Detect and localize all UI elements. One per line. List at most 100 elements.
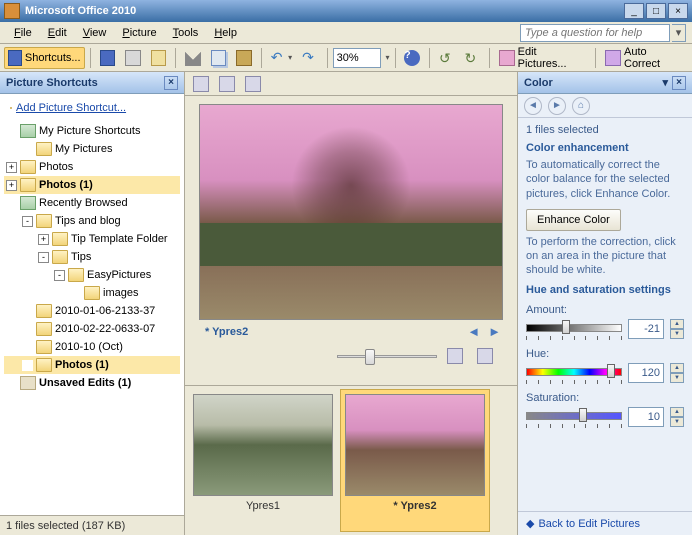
hue-slider[interactable] [526, 362, 622, 384]
tree-item[interactable]: 2010-02-22-0633-07 [4, 320, 180, 338]
prev-image-button[interactable]: ◄ [467, 324, 480, 339]
tree-item[interactable]: 2010-10 (Oct) [4, 338, 180, 356]
add-shortcut-link[interactable]: Add Picture Shortcut... [4, 98, 180, 118]
tree-toggle[interactable]: + [6, 180, 17, 191]
back-to-edit-link[interactable]: ◆ Back to Edit Pictures [526, 517, 640, 530]
auto-correct-label: Auto Correct [624, 46, 684, 70]
thumbnail[interactable]: * Ypres2 [340, 389, 490, 532]
thumbnails-icon [193, 76, 209, 92]
zoom-actual-button[interactable] [473, 345, 497, 367]
thumbnail[interactable]: Ypres1 [193, 394, 333, 527]
tree-item[interactable]: My Picture Shortcuts [4, 122, 180, 140]
color-pane: Color ▾ × ◄ ► ⌂ 1 files selected Color e… [517, 72, 692, 535]
tree-toggle[interactable]: - [54, 270, 65, 281]
save-icon [100, 50, 116, 66]
paste-button[interactable] [232, 47, 256, 69]
saturation-value[interactable]: 10 [628, 407, 664, 427]
zoom-fit-button[interactable] [443, 345, 467, 367]
copy-button[interactable] [207, 47, 231, 69]
help-search-dropdown[interactable]: ▾ [672, 24, 686, 42]
cut-button[interactable] [181, 47, 205, 69]
tree-item[interactable]: Photos (1) [4, 356, 180, 374]
thumbnail-label: Ypres1 [246, 496, 280, 512]
menu-bar: FileEditViewPictureToolsHelp ▾ [0, 22, 692, 44]
print-button[interactable] [121, 47, 145, 69]
tree-item[interactable]: Recently Browsed [4, 194, 180, 212]
nav-back-button[interactable]: ◄ [524, 97, 542, 115]
folder-icon [36, 322, 52, 336]
tree-toggle[interactable]: + [6, 162, 17, 173]
folder-tree: My Picture Shortcuts My Pictures + Photos + P… [4, 122, 180, 392]
tree-toggle[interactable]: + [38, 234, 49, 245]
tree-toggle[interactable]: - [38, 252, 49, 263]
tree-item[interactable]: +Tip Template Folder [4, 230, 180, 248]
rotate-left-button[interactable]: ↺ [435, 47, 459, 69]
tree-item[interactable]: -Tips [4, 248, 180, 266]
nav-home-button[interactable]: ⌂ [572, 97, 590, 115]
view-filmstrip-button[interactable] [215, 73, 239, 95]
amount-slider[interactable] [526, 318, 622, 340]
tree-label: Photos (1) [39, 179, 93, 191]
help-search-input[interactable] [520, 24, 670, 42]
auto-correct-button[interactable]: Auto Correct [601, 47, 688, 69]
tree-item[interactable]: -Tips and blog [4, 212, 180, 230]
amount-spinner[interactable]: ▲▼ [670, 319, 684, 339]
menu-view[interactable]: View [75, 25, 115, 41]
tree-label: Photos [39, 161, 73, 173]
main-preview-image[interactable] [199, 104, 503, 320]
menu-file[interactable]: File [6, 25, 40, 41]
tree-item[interactable]: Unsaved Edits (1) [4, 374, 180, 392]
minimize-button[interactable]: _ [624, 3, 644, 19]
tree-item[interactable]: + Photos (1) [4, 176, 180, 194]
help-button[interactable]: ? [400, 47, 424, 69]
back-to-edit-label: Back to Edit Pictures [538, 518, 640, 530]
color-pane-close[interactable]: × [672, 76, 686, 90]
edit-pictures-button[interactable]: Edit Pictures... [495, 47, 590, 69]
tree-item[interactable]: + Photos [4, 158, 180, 176]
mail-button[interactable] [147, 47, 171, 69]
enhance-color-button[interactable]: Enhance Color [526, 209, 621, 231]
zoom-actual-icon [477, 348, 493, 364]
window-title: Microsoft Office 2010 [25, 5, 624, 17]
menu-edit[interactable]: Edit [40, 25, 75, 41]
hue-spinner[interactable]: ▲▼ [670, 363, 684, 383]
view-single-button[interactable] [241, 73, 265, 95]
folder-icon [36, 358, 52, 372]
rotate-right-icon: ↻ [465, 50, 481, 66]
undo-button[interactable]: ↶▾ [267, 47, 296, 69]
mail-icon [151, 50, 167, 66]
tree-label: My Pictures [55, 143, 112, 155]
tree-item[interactable]: My Pictures [4, 140, 180, 158]
maximize-button[interactable]: □ [646, 3, 666, 19]
nav-forward-button[interactable]: ► [548, 97, 566, 115]
zoom-combo[interactable]: 30% [333, 48, 382, 68]
menu-tools[interactable]: Tools [165, 25, 207, 41]
saturation-label: Saturation: [526, 392, 684, 404]
saturation-spinner[interactable]: ▲▼ [670, 407, 684, 427]
zoom-dropdown[interactable]: ▾ [385, 53, 389, 62]
close-button[interactable]: × [668, 3, 688, 19]
tree-item[interactable]: 2010-01-06-2133-37 [4, 302, 180, 320]
shortcuts-pane-close[interactable]: × [164, 76, 178, 90]
shortcuts-button[interactable]: Shortcuts... [4, 47, 85, 69]
view-thumbnails-button[interactable] [189, 73, 213, 95]
menu-help[interactable]: Help [206, 25, 245, 41]
tree-item[interactable]: images [4, 284, 180, 302]
rotate-right-button[interactable]: ↻ [461, 47, 485, 69]
zoom-value: 30% [337, 52, 359, 64]
zoom-slider[interactable] [337, 347, 437, 365]
current-image-name: * Ypres2 [197, 326, 467, 338]
thumbnail-image [345, 394, 485, 496]
color-pane-dropdown[interactable]: ▾ [662, 76, 668, 89]
tree-toggle[interactable]: - [22, 216, 33, 227]
next-image-button[interactable]: ► [488, 324, 501, 339]
redo-button[interactable]: ↷ [298, 47, 322, 69]
hue-value[interactable]: 120 [628, 363, 664, 383]
menu-picture[interactable]: Picture [114, 25, 164, 41]
tree-item[interactable]: -EasyPictures [4, 266, 180, 284]
save-button[interactable] [96, 47, 120, 69]
saturation-slider[interactable] [526, 406, 622, 428]
amount-value[interactable]: -21 [628, 319, 664, 339]
window-controls: _ □ × [624, 3, 688, 19]
main-toolbar: Shortcuts... ↶▾ ↷ 30% ▾ ? ↺ ↻ Edit Pictur… [0, 44, 692, 72]
